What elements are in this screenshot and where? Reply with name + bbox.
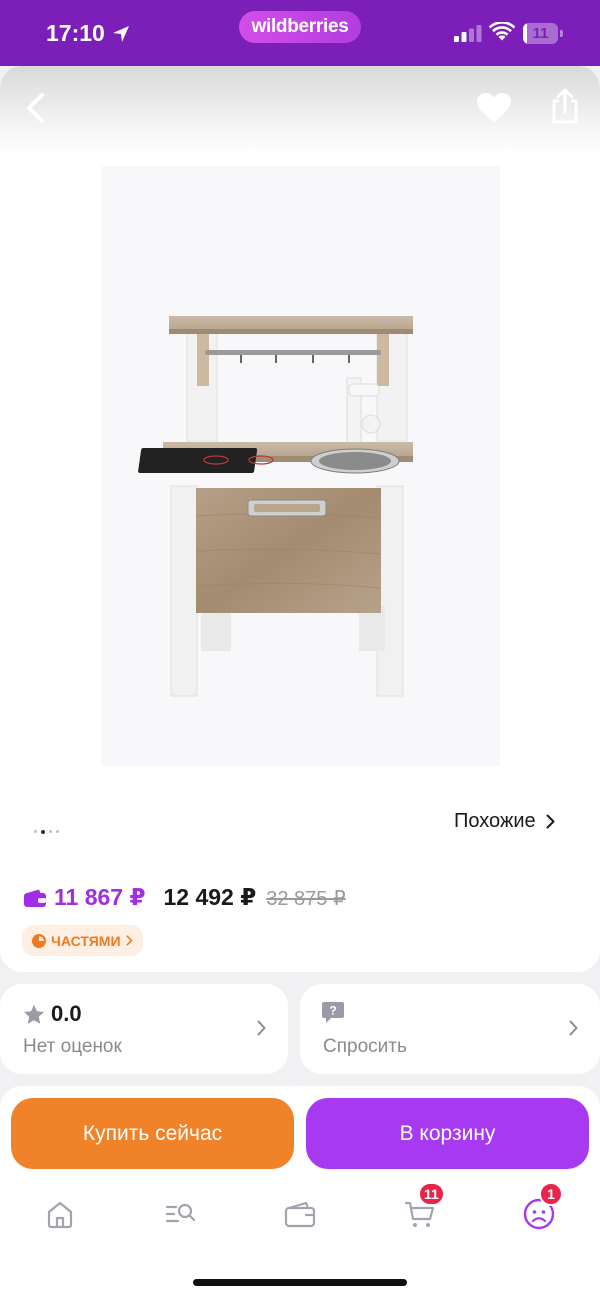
installment-badge[interactable]: ЧАСТЯМИ xyxy=(22,925,143,956)
catalog-search-icon xyxy=(165,1203,196,1223)
chevron-right-small-icon xyxy=(125,935,133,946)
tab-cart[interactable]: 11 xyxy=(400,1182,445,1234)
installment-label: ЧАСТЯМИ xyxy=(51,932,121,949)
rating-value: 0.0 xyxy=(23,1001,82,1027)
tab-catalog[interactable] xyxy=(160,1194,200,1234)
bottom-panel: Купить сейчас В корзину 11 1 xyxy=(0,1086,600,1297)
add-to-cart-button[interactable]: В корзину xyxy=(306,1098,589,1169)
status-time: 17:10 xyxy=(46,20,131,47)
battery-level-text: 11 xyxy=(532,25,549,42)
similar-products-link[interactable]: Похожие xyxy=(454,810,555,833)
pagination-dot xyxy=(56,830,59,833)
product-photo[interactable] xyxy=(101,166,500,766)
svg-text:?: ? xyxy=(329,1004,336,1018)
chevron-right-icon xyxy=(569,1020,578,1036)
pagination-dot xyxy=(49,830,52,833)
installment-pie-icon xyxy=(32,933,46,948)
location-arrow-icon xyxy=(112,25,129,42)
question-bubble-icon: ? xyxy=(322,1002,344,1023)
status-bar: 17:10 wildberries 11 xyxy=(0,0,600,66)
back-arrow-icon xyxy=(27,93,44,123)
status-time-text: 17:10 xyxy=(46,20,105,46)
wallet-icon xyxy=(24,889,46,907)
profile-notification-badge: 1 xyxy=(539,1182,563,1206)
share-icon xyxy=(552,88,578,124)
wallet-tab-icon xyxy=(284,1201,316,1228)
cart-count-badge: 11 xyxy=(418,1182,445,1206)
price-row: 11 867 ₽ 12 492 ₽ 32 875 ₽ xyxy=(24,884,346,911)
play-kitchen-image xyxy=(138,316,413,697)
chevron-right-icon xyxy=(257,1020,266,1036)
pagination-dot xyxy=(41,829,45,834)
wallet-price: 11 867 ₽ xyxy=(54,884,146,910)
buy-now-button[interactable]: Купить сейчас xyxy=(11,1098,294,1169)
cellular-signal-icon xyxy=(454,25,482,42)
old-price: 32 875 ₽ xyxy=(266,888,346,910)
home-indicator xyxy=(193,1279,407,1286)
wifi-icon xyxy=(489,22,515,41)
current-price: 12 492 ₽ xyxy=(163,884,257,910)
tab-profile[interactable]: 1 xyxy=(519,1182,563,1234)
brand-logo-text: wildberries xyxy=(251,16,349,37)
rating-number: 0.0 xyxy=(51,1001,82,1026)
star-icon xyxy=(24,1004,44,1024)
chevron-right-icon xyxy=(546,814,555,829)
back-button[interactable] xyxy=(16,88,56,128)
rating-caption: Нет оценок xyxy=(23,1036,122,1057)
image-pagination-dots xyxy=(34,829,59,834)
heart-icon xyxy=(477,93,511,122)
ask-caption: Спросить xyxy=(323,1036,407,1057)
product-card: Похожие 11 867 ₽ 12 492 ₽ 32 875 ₽ ЧАСТЯ… xyxy=(0,66,600,972)
pagination-dot xyxy=(34,830,37,833)
rating-card[interactable]: 0.0 Нет оценок xyxy=(0,984,288,1074)
share-button[interactable] xyxy=(545,86,585,126)
favorite-button[interactable] xyxy=(474,88,514,128)
tab-home[interactable] xyxy=(40,1194,80,1234)
battery-indicator: 11 xyxy=(523,23,563,44)
home-icon xyxy=(47,1201,73,1229)
ask-question-card[interactable]: ? Спросить xyxy=(300,984,600,1074)
brand-logo: wildberries xyxy=(239,11,361,43)
similar-products-label: Похожие xyxy=(454,810,536,832)
tab-wallet[interactable] xyxy=(280,1194,320,1234)
